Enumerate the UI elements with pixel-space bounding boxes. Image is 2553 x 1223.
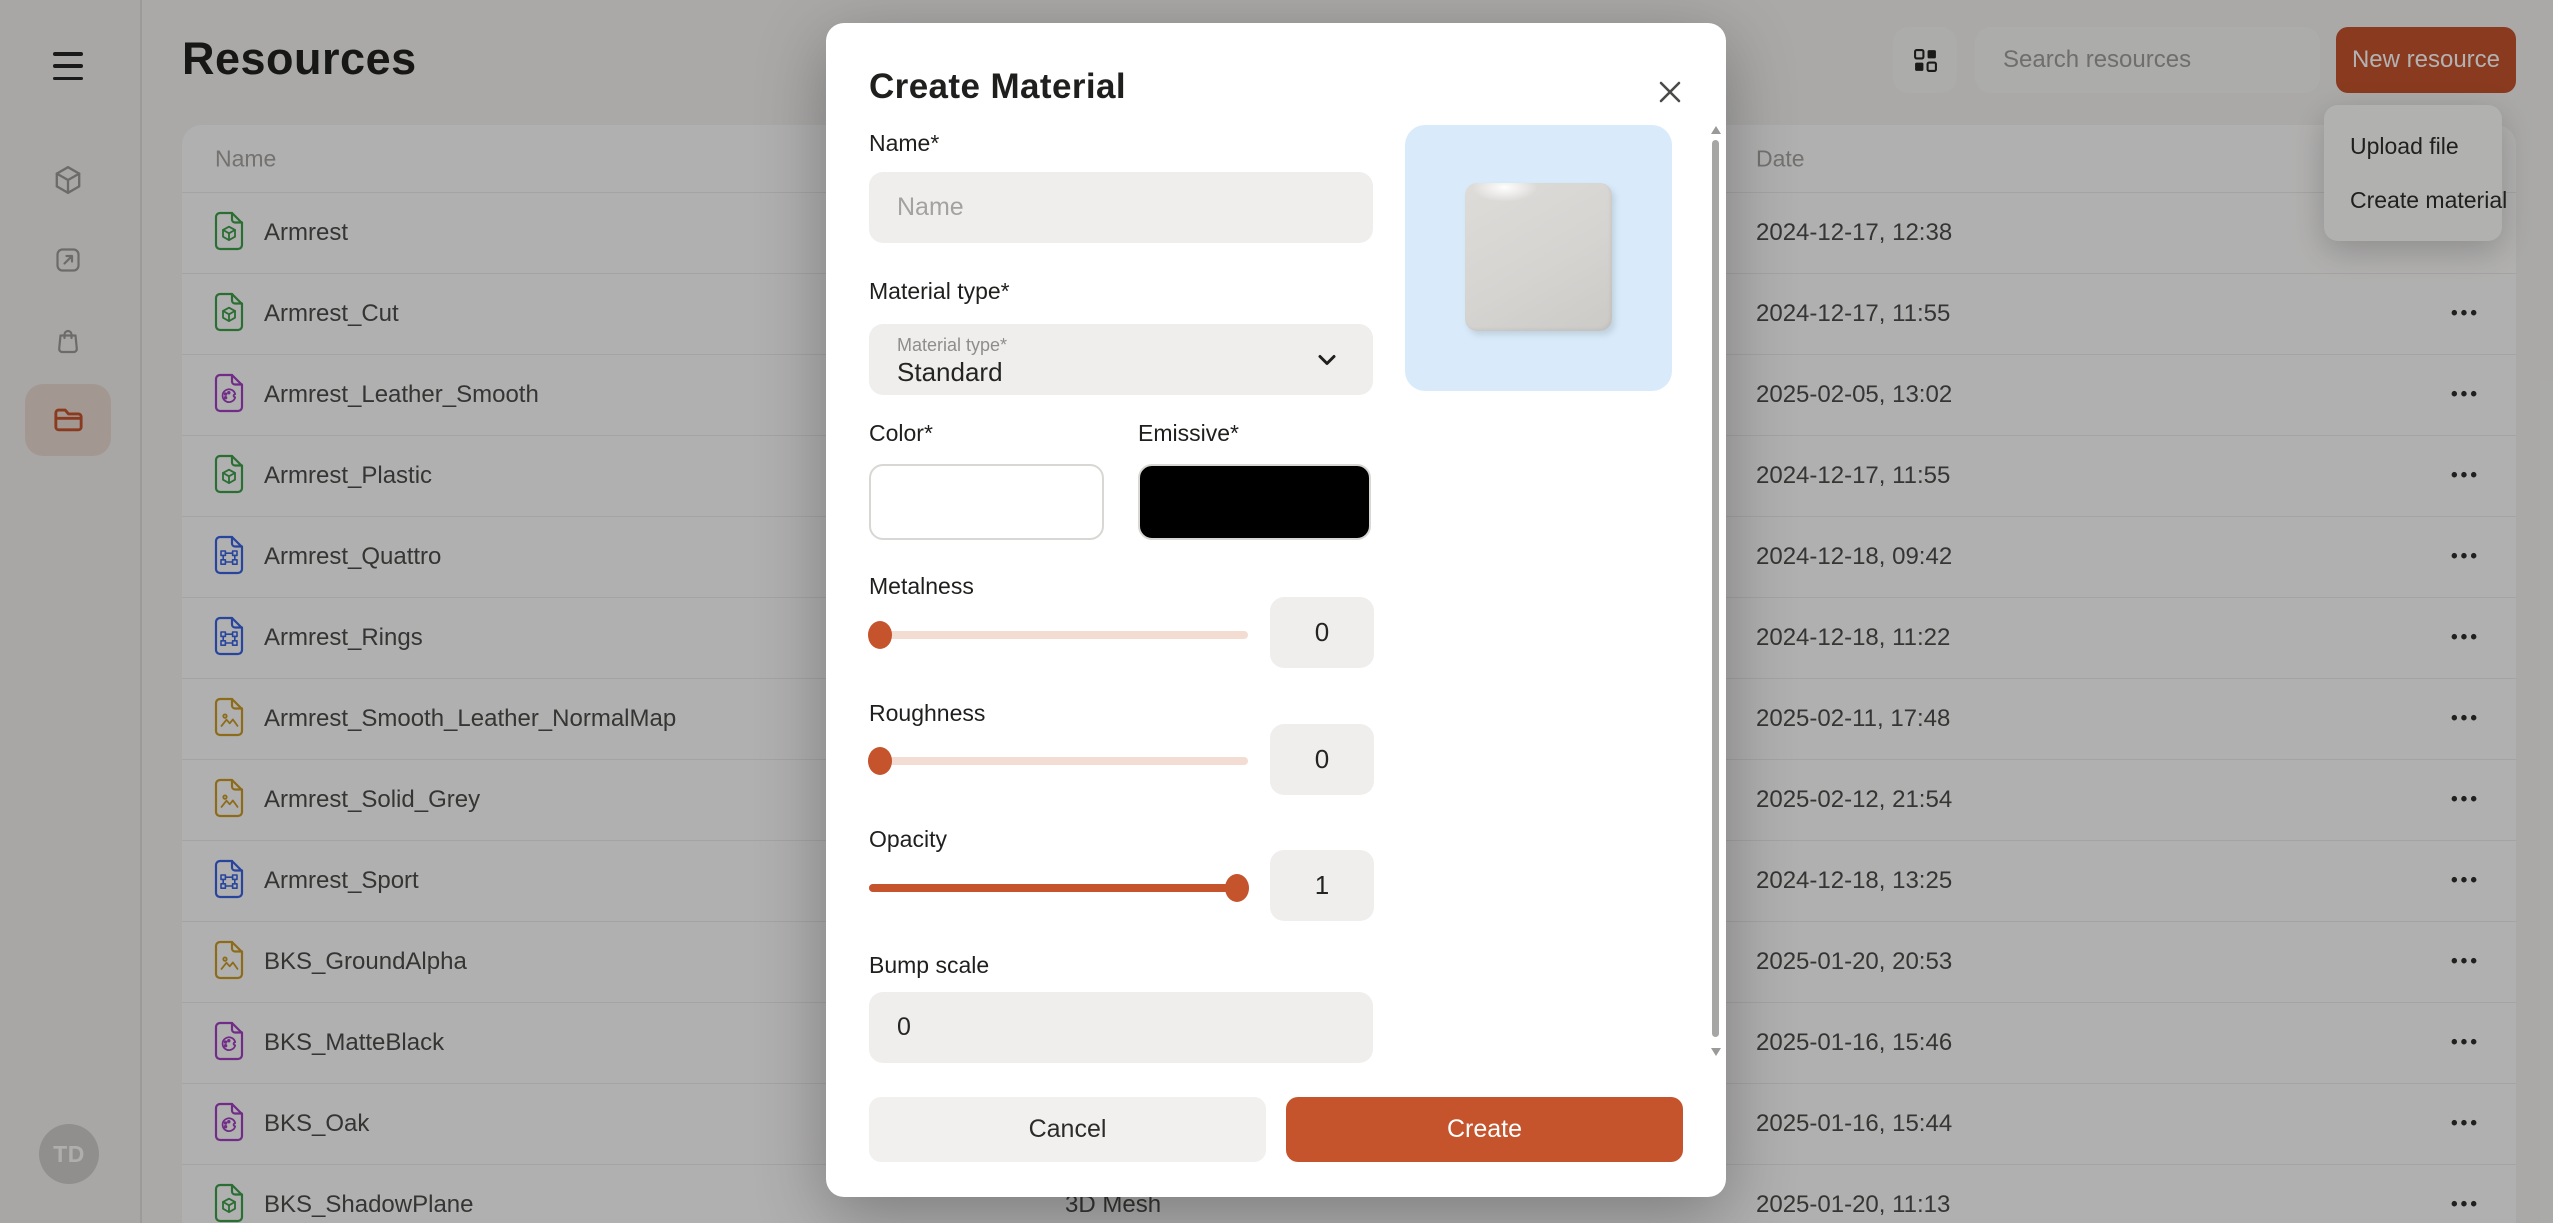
bump-scale-input[interactable]	[869, 992, 1373, 1063]
create-button[interactable]: Create	[1286, 1097, 1683, 1162]
material-preview-swatch	[1465, 183, 1612, 331]
bump-scale-label: Bump scale	[869, 952, 989, 979]
material-type-label: Material type*	[869, 278, 1010, 305]
create-material-modal: Create Material Name* Material type* Mat…	[826, 23, 1726, 1197]
metalness-slider[interactable]	[869, 621, 1248, 649]
opacity-value[interactable]: 1	[1270, 850, 1374, 921]
close-button[interactable]	[1650, 73, 1690, 113]
select-floating-label: Material type*	[897, 335, 1007, 356]
slider-track	[869, 631, 1248, 639]
roughness-value[interactable]: 0	[1270, 724, 1374, 795]
app-window: TD Resources New resource Upload file Cr…	[0, 0, 2553, 1223]
scroll-up-icon[interactable]	[1711, 126, 1721, 134]
color-field-label: Color*	[869, 420, 933, 447]
slider-thumb[interactable]	[868, 747, 892, 775]
modal-scrollbar	[1712, 23, 1720, 1197]
chevron-down-icon	[1313, 346, 1341, 374]
scrollbar-thumb[interactable]	[1712, 140, 1719, 1037]
metalness-value[interactable]: 0	[1270, 597, 1374, 668]
slider-track	[869, 757, 1248, 765]
slider-thumb[interactable]	[1225, 874, 1249, 902]
name-input[interactable]	[869, 172, 1373, 243]
emissive-swatch[interactable]	[1138, 464, 1371, 540]
slider-fill	[869, 884, 1237, 892]
opacity-label: Opacity	[869, 826, 947, 853]
material-type-select[interactable]: Material type* Standard	[869, 324, 1373, 395]
close-icon	[1653, 75, 1687, 109]
color-swatch[interactable]	[869, 464, 1104, 540]
scroll-down-icon[interactable]	[1711, 1048, 1721, 1056]
opacity-slider[interactable]	[869, 874, 1248, 902]
metalness-label: Metalness	[869, 573, 974, 600]
select-value: Standard	[897, 357, 1003, 388]
slider-thumb[interactable]	[868, 621, 892, 649]
roughness-slider[interactable]	[869, 747, 1248, 775]
modal-title: Create Material	[869, 67, 1126, 107]
cancel-button[interactable]: Cancel	[869, 1097, 1266, 1162]
emissive-field-label: Emissive*	[1138, 420, 1239, 447]
material-preview	[1405, 125, 1672, 391]
name-field-label: Name*	[869, 130, 939, 157]
roughness-label: Roughness	[869, 700, 985, 727]
